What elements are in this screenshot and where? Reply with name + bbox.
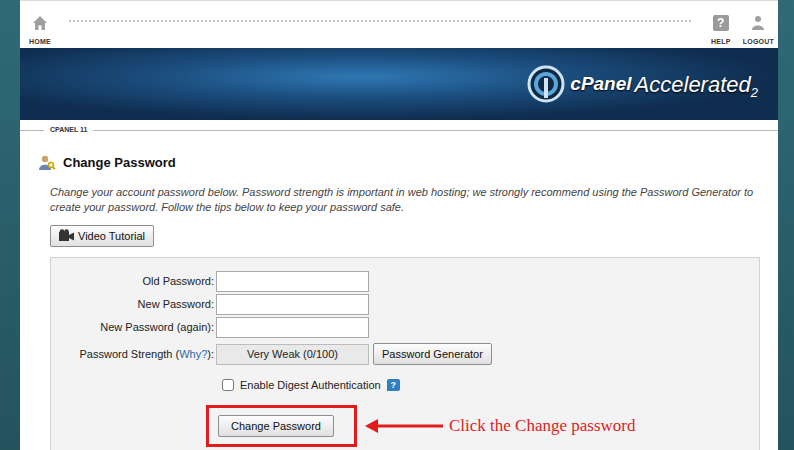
- submit-row: Change Password Click the Change passwor…: [51, 405, 759, 447]
- password-field-row: Old Password:: [51, 270, 759, 293]
- cpanel-logo: cPanel Accelerated 2: [526, 64, 758, 104]
- password-fields: Old Password: New Password: New Password (…: [51, 270, 759, 339]
- cpanel-logo-icon: [526, 64, 566, 104]
- digest-checkbox[interactable]: [222, 379, 234, 391]
- user-key-icon: [38, 154, 56, 172]
- person-icon: [750, 15, 766, 31]
- strength-label-text: Password Strength (: [79, 348, 179, 360]
- digest-row: Enable Digest Authentication ?: [51, 374, 759, 397]
- change-password-button[interactable]: Change Password: [218, 415, 334, 437]
- password-input[interactable]: [216, 317, 369, 338]
- logout-button[interactable]: LOGOUT: [743, 1, 774, 48]
- password-generator-button[interactable]: Password Generator: [373, 343, 492, 365]
- video-tutorial-label: Video Tutorial: [78, 230, 145, 242]
- password-form: Old Password: New Password: New Password (…: [50, 257, 760, 450]
- password-input[interactable]: [216, 294, 369, 315]
- dotted-strip: [68, 19, 693, 24]
- banner: cPanel Accelerated 2: [20, 48, 778, 120]
- field-label: Old Password:: [51, 273, 216, 290]
- page-body: Change your account password below. Pass…: [20, 185, 778, 450]
- logout-label: LOGOUT: [743, 37, 774, 48]
- highlight-box: Change Password: [206, 405, 357, 447]
- page-title: Change Password: [63, 153, 176, 173]
- top-bar: HOME ? HELP LOGOUT: [20, 0, 778, 48]
- home-icon: [32, 15, 48, 31]
- password-field-row: New Password:: [51, 293, 759, 316]
- help-label: HELP: [711, 37, 730, 48]
- strength-label-suffix: ):: [207, 348, 214, 360]
- breadcrumb-strip: CPANEL 11: [20, 121, 778, 139]
- cpanel-page: HOME ? HELP LOGOUT cPanel Accelerated 2 …: [20, 0, 778, 450]
- strip-line: [93, 130, 778, 131]
- help-icon: ?: [713, 15, 729, 31]
- arrow-icon: [365, 419, 443, 433]
- page-heading: Change Password: [20, 139, 778, 173]
- logo-subtitle: Accelerated: [635, 68, 751, 101]
- password-field-row: New Password (again):: [51, 316, 759, 339]
- digest-label[interactable]: Enable Digest Authentication: [240, 377, 381, 394]
- field-label: New Password (again):: [51, 319, 216, 336]
- help-bubble-icon[interactable]: ?: [387, 379, 400, 391]
- breadcrumb: CPANEL 11: [44, 125, 93, 136]
- strength-row: Password Strength (Why?): Very Weak (0/1…: [51, 343, 759, 366]
- strength-value: Very Weak (0/100): [217, 345, 368, 364]
- logo-version: 2: [751, 83, 758, 103]
- home-button[interactable]: HOME: [26, 1, 54, 48]
- field-label: New Password:: [51, 296, 216, 313]
- strip-line: [20, 130, 44, 131]
- why-link[interactable]: Why?: [179, 348, 207, 360]
- strength-meter: Very Weak (0/100): [216, 344, 369, 365]
- home-label: HOME: [29, 37, 51, 48]
- strength-label: Password Strength (Why?):: [51, 346, 216, 363]
- help-button[interactable]: ? HELP: [707, 1, 735, 48]
- page-description: Change your account password below. Pass…: [50, 185, 760, 215]
- password-input[interactable]: [216, 271, 369, 292]
- video-camera-icon: [59, 229, 74, 242]
- video-tutorial-button[interactable]: Video Tutorial: [50, 225, 154, 247]
- annotation-note: Click the Change password: [449, 413, 636, 439]
- logo-text: cPanel: [570, 70, 631, 99]
